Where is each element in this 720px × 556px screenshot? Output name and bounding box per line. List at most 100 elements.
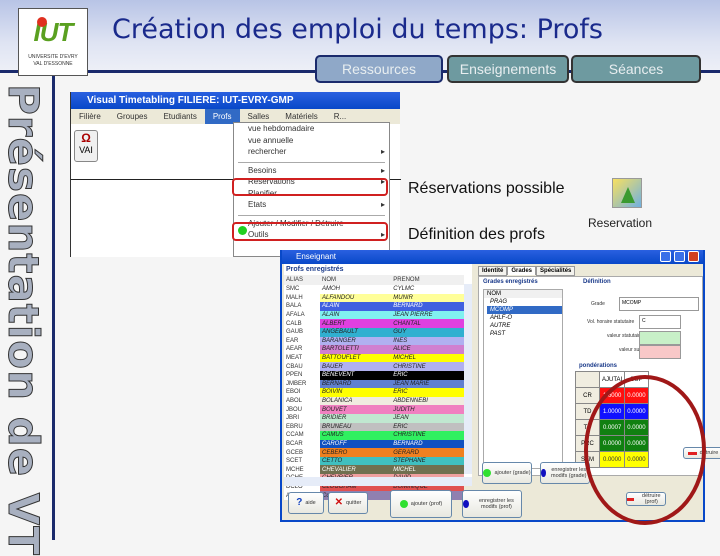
menu-item-vue-annuelle[interactable]: vue annuelle [234,135,389,147]
cell-alias: EBOI [284,388,320,397]
table-row[interactable]: SCET CETTO STEPHANE [284,456,464,466]
ajouter-prof-label: ajouter (prof) [410,501,443,507]
menu-item-etats[interactable]: Etats [234,199,389,211]
valeur-statutaire-input[interactable] [639,331,681,345]
cell-prenom: CHRISTINE [391,431,464,440]
table-row[interactable]: JBOU BOUVET JUDITH [284,405,464,414]
vai-button[interactable]: Ω VAI [74,130,98,162]
app-titlebar: Visual Timetabling FILIERE: IUT-EVRY-GMP [71,92,400,109]
table-row[interactable]: MALH ALFANDOU MUNIR [284,293,464,303]
cell-prenom: JEAN MARIE [391,379,464,389]
table-row[interactable]: CBAU BAUER CHRISTINE [284,362,464,371]
plus-icon [238,226,247,235]
menu-item-besoins[interactable]: Besoins [234,165,389,177]
table-row[interactable]: JMBER BERNARD JEAN MARIE [284,379,464,389]
table-row[interactable]: CALB ALBERT CHANTAL [284,319,464,328]
cell-prenom: JEAN PIERRE [391,310,464,320]
grade-item[interactable]: MCOMP [487,306,562,314]
table-row[interactable]: EBOI BOIVIN ERIC [284,388,464,397]
aide-button[interactable]: ? aide [288,492,324,514]
grade-item[interactable]: PAST [487,330,562,338]
table-row[interactable]: SMC AMOH CYLMC [284,285,464,294]
enregistrer-grade-button[interactable]: enregistrer les modifs (grade) [540,462,590,484]
vol-input[interactable]: C [639,315,681,329]
annotation-circle [584,375,706,525]
enregistrer-prof-button[interactable]: enregistrer les modifs (prof) [462,490,522,518]
cell-alias: EAR [284,336,320,346]
tab-ressources[interactable]: Ressources [315,55,443,83]
menu-filiere[interactable]: Filière [71,109,109,124]
table-row[interactable]: GCEB CEBERO GERARD [284,448,464,457]
ajouter-prof-button[interactable]: ajouter (prof) [390,490,452,518]
menu-etudiants[interactable]: Etudiants [155,109,204,124]
table-row[interactable]: ABOL BOLANICA ABDENNEBI [284,396,464,406]
table-row[interactable]: GAUB ANGEBAULT GUY [284,327,464,337]
table-row[interactable]: MEAT BATTOUFLET MICHEL [284,353,464,363]
ajouter-grade-button[interactable]: ajouter (grade) [482,462,532,484]
table-row[interactable]: BALA ALAIN BERNARD [284,302,464,311]
tab-identite[interactable]: Identité [478,266,508,276]
cell-nom: BOUVET [320,405,392,414]
cell-alias: EBRU [284,422,320,432]
table-row[interactable]: PPEN BENEVENT ERIC [284,370,464,380]
table-row[interactable]: BCAR CAROFF BERNARD [284,439,464,449]
dialog-title: Enseignant [296,252,337,261]
grade-item[interactable]: AHLF-O [487,314,562,322]
profs-list-title: Profs enregistrés [286,266,344,273]
grades-list: NOM PRAG MCOMP AHLF-O AUTRE PAST [483,289,563,469]
tab-seances[interactable]: Séances [571,55,701,83]
col-prenom[interactable]: PRENOM [391,275,464,285]
quitter-button[interactable]: ✕ quitter [328,492,368,514]
cell-alias: SCET [284,456,320,466]
horizontal-scrollbar[interactable] [284,477,472,486]
table-row[interactable]: EBRU BRUNEAU ERIC [284,422,464,432]
col-alias[interactable]: ALIAS [284,275,320,285]
cell-nom: BENEVENT [320,370,392,380]
table-row[interactable]: AFALA ALAIN JEAN PIERRE [284,310,464,320]
reservation-label: Reservation [588,216,653,230]
enregistrer-grade-label: enregistrer les modifs (grade) [551,467,587,479]
aide-label: aide [305,500,316,506]
reservation-icon[interactable] [612,178,642,208]
table-row[interactable]: CCAM CAMUS CHRISTINE [284,431,464,440]
table-row[interactable]: EAR BARANGER INES [284,336,464,346]
table-row[interactable]: MCHE CHEVALIER MICHEL [284,465,464,475]
cell-prenom: GERARD [391,448,464,457]
tab-specialites[interactable]: Spécialités [536,266,576,276]
cell-alias: GCEB [284,448,320,457]
cell-nom: AMOH [320,285,392,294]
table-row[interactable]: AEAR BARTOLETTI ALICE [284,345,464,354]
menu-item-vue-hebdo[interactable]: vue hebdomadaire [234,123,389,135]
cell-alias: JMBER [284,379,320,389]
logo-university: UNIVERSITE D'EVRY [28,54,78,60]
vertical-scrollbar[interactable] [464,284,472,474]
quitter-label: quitter [346,500,362,506]
tab-grades[interactable]: Grades [507,266,537,275]
valeur-sup-input[interactable] [639,345,681,359]
cell-nom: BRIDIER [320,413,392,423]
detail-tabs: Identité Grades Spécialités [478,266,576,276]
menu-separator [238,211,385,216]
grade-item[interactable]: PRAG [487,298,562,306]
col-nom[interactable]: NOM [320,275,392,285]
minimize-icon[interactable] [660,251,671,262]
table-row[interactable]: JBRI BRIDIER JEAN [284,413,464,423]
cell-nom: CAMUS [320,431,392,440]
grade-input[interactable]: MCOMP [619,297,699,311]
save-dot-icon [541,469,546,477]
cell-alias: MALH [284,293,320,303]
cell-prenom: ALICE [391,345,464,354]
cell-nom: CETTO [320,456,392,466]
tab-enseignements[interactable]: Enseignements [447,55,569,83]
close-icon[interactable] [688,251,699,262]
profs-list-panel: Profs enregistrés ALIAS NOM PRENOM SMC AMOH… [284,264,472,500]
cell-prenom: STEPHANE [391,456,464,466]
maximize-icon[interactable] [674,251,685,262]
grade-item[interactable]: AUTRE [487,322,562,330]
cell-alias: MEAT [284,353,320,363]
menu-groupes[interactable]: Groupes [109,109,156,124]
cell-nom: BARANGER [320,336,392,346]
menu-item-rechercher[interactable]: rechercher [234,146,389,158]
logo-region: VAL D'ESSONNE [33,61,73,67]
cell-prenom: BERNARD [391,302,464,311]
